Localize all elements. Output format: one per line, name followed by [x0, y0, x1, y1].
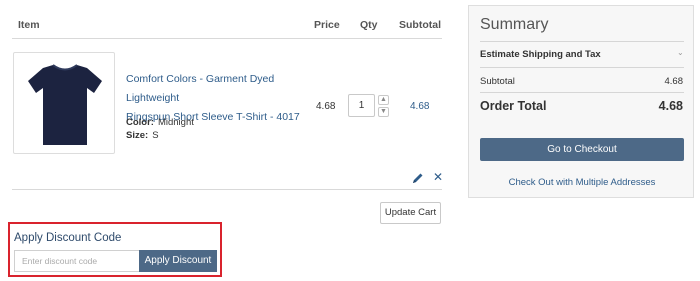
item-price: 4.68 [316, 101, 336, 112]
qty-increase-icon[interactable]: ▲ [378, 95, 389, 105]
header-subtotal: Subtotal [399, 19, 441, 31]
option-size-label: Size: [126, 130, 149, 141]
discount-code-input[interactable]: Enter discount code [14, 250, 139, 272]
header-qty: Qty [360, 19, 378, 31]
option-color-label: Color: [126, 117, 154, 128]
summary-divider-total [480, 92, 684, 93]
header-price: Price [314, 19, 340, 31]
edit-pencil-icon[interactable] [412, 172, 424, 184]
update-cart-button[interactable]: Update Cart [380, 202, 441, 224]
multiple-addresses-link[interactable]: Check Out with Multiple Addresses [480, 177, 684, 188]
product-image[interactable] [13, 52, 115, 154]
discount-section: Apply Discount Code Enter discount code … [8, 222, 222, 277]
item-divider [12, 189, 442, 190]
summary-title: Summary [480, 16, 549, 33]
summary-panel: Summary Estimate Shipping and Tax ⌄ Subt… [468, 5, 694, 198]
remove-item-icon[interactable]: ✕ [433, 170, 443, 184]
summary-subtotal-label: Subtotal [480, 76, 515, 87]
header-item: Item [18, 19, 40, 31]
summary-divider-top [480, 41, 684, 42]
option-size-value: S [152, 130, 159, 141]
order-total-label: Order Total [480, 99, 547, 113]
summary-divider-shipping [480, 67, 684, 68]
checkout-button[interactable]: Go to Checkout [480, 138, 684, 161]
summary-subtotal-value: 4.68 [664, 76, 684, 87]
estimate-shipping-toggle[interactable]: Estimate Shipping and Tax [480, 49, 601, 60]
order-total-value: 4.68 [658, 99, 683, 113]
tshirt-icon [28, 64, 102, 145]
chevron-down-icon[interactable]: ⌄ [677, 48, 684, 57]
apply-discount-button[interactable]: Apply Discount [139, 250, 217, 272]
quantity-input[interactable]: 1 [348, 94, 375, 117]
option-color-value: Midnight [157, 117, 194, 128]
cart-section: Item Price Qty Subtotal Comfort Colors -… [0, 0, 450, 281]
qty-decrease-icon[interactable]: ▼ [378, 107, 389, 117]
item-subtotal: 4.68 [410, 101, 430, 112]
option-color: Color: Midnight [126, 117, 194, 128]
discount-title: Apply Discount Code [14, 232, 122, 244]
product-name-line1: Comfort Colors - Garment Dyed Lightweigh… [126, 73, 275, 104]
option-size: Size: S [126, 130, 159, 141]
header-divider [12, 38, 442, 39]
